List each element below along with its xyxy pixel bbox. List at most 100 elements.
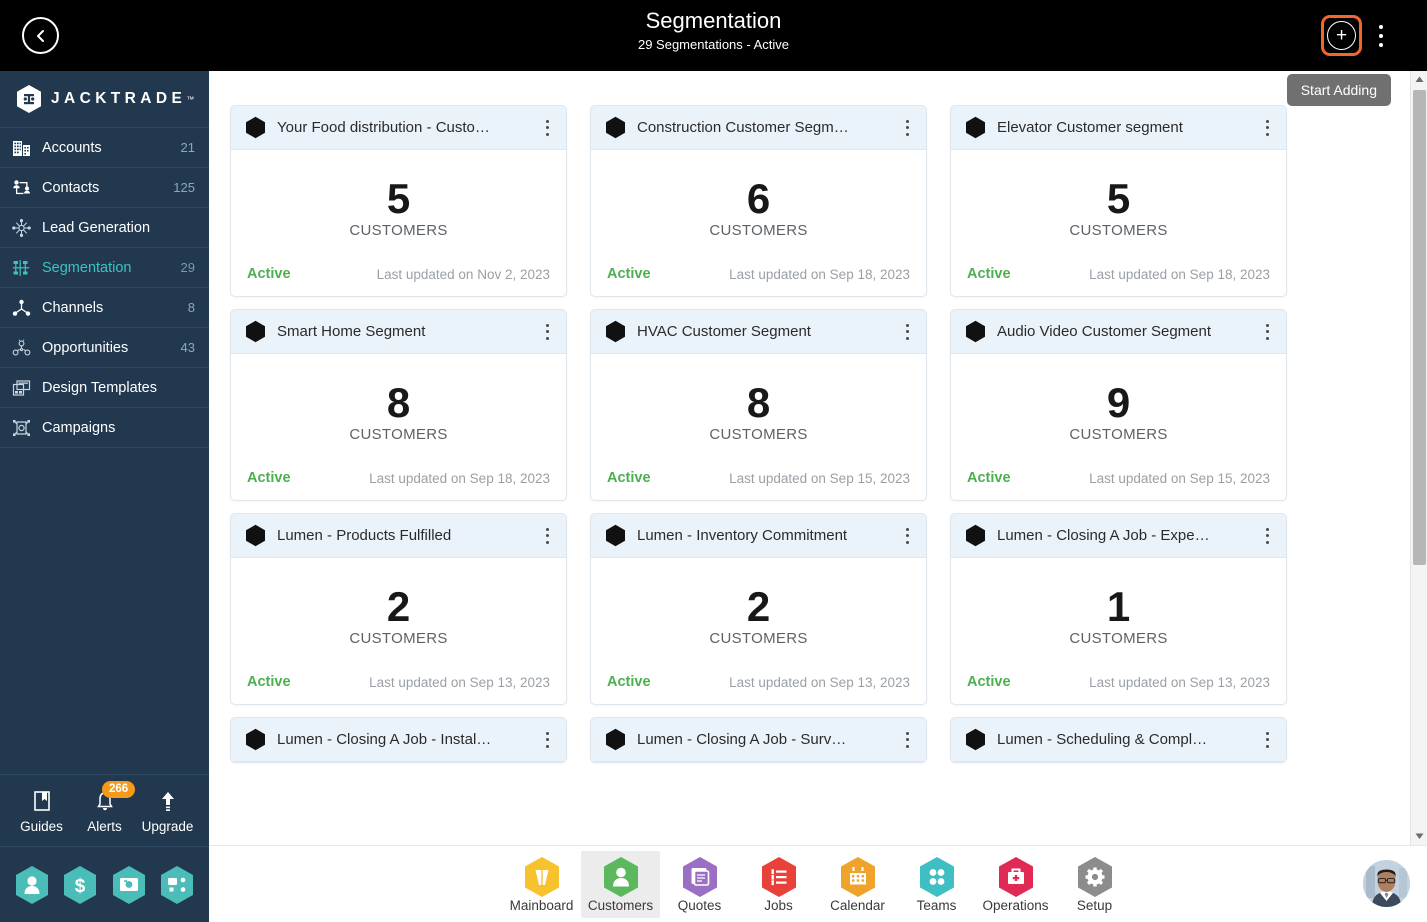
card-menu-button[interactable] xyxy=(538,525,556,547)
card-header: Your Food distribution - Custo… xyxy=(231,106,566,150)
segmentation-card[interactable]: Audio Video Customer Segment 9 CUSTOMERS… xyxy=(950,309,1287,501)
card-header: HVAC Customer Segment xyxy=(591,310,926,354)
workflow-hex-icon[interactable] xyxy=(159,865,195,905)
sidebar-quick-actions: $ xyxy=(0,847,209,922)
card-title: Your Food distribution - Custo… xyxy=(277,119,490,136)
bottom-nav-label: Calendar xyxy=(830,897,885,913)
alerts-label: Alerts xyxy=(87,819,122,834)
guides-button[interactable]: Guides xyxy=(10,787,73,834)
bottom-nav-label: Mainboard xyxy=(509,897,574,913)
status-badge: Active xyxy=(247,470,291,486)
opportunities-icon xyxy=(12,338,38,357)
card-menu-button[interactable] xyxy=(898,321,916,343)
segmentation-card-grid: Your Food distribution - Custo… 5 CUSTOM… xyxy=(230,105,1310,775)
card-menu-button[interactable] xyxy=(538,321,556,343)
card-count: 2 xyxy=(386,583,411,630)
card-updated: Last updated on Sep 13, 2023 xyxy=(729,674,910,690)
card-body: 8 CUSTOMERS Active Last updated on Sep 1… xyxy=(231,354,566,500)
segmentation-card[interactable]: Construction Customer Segm… 6 CUSTOMERS … xyxy=(590,105,927,297)
bottom-nav-operations[interactable]: Operations xyxy=(976,851,1055,918)
sidebar-item-count: 21 xyxy=(180,140,195,155)
bottom-nav-teams[interactable]: Teams xyxy=(897,851,976,918)
bottom-nav-label: Quotes xyxy=(677,897,722,913)
sidebar-item-count: 43 xyxy=(180,340,195,355)
bottom-nav-label: Setup xyxy=(1076,897,1113,913)
card-updated: Last updated on Sep 13, 2023 xyxy=(1089,674,1270,690)
card-metric-label: CUSTOMERS xyxy=(349,426,448,443)
card-menu-button[interactable] xyxy=(1258,729,1276,751)
card-count: 5 xyxy=(386,175,411,222)
card-title: Lumen - Products Fulfilled xyxy=(277,527,452,544)
brand-logo[interactable]: JACKTRADE ™ xyxy=(0,71,209,128)
sidebar-item-design-templates[interactable]: Design Templates xyxy=(0,368,209,408)
segmentation-card[interactable]: Lumen - Products Fulfilled 2 CUSTOMERS A… xyxy=(230,513,567,705)
alerts-button[interactable]: 266 Alerts xyxy=(73,781,136,834)
segmentation-card[interactable]: Elevator Customer segment 5 CUSTOMERS Ac… xyxy=(950,105,1287,297)
card-footer: Active Last updated on Sep 13, 2023 xyxy=(591,674,926,690)
card-menu-button[interactable] xyxy=(1258,525,1276,547)
segmentation-card[interactable]: Lumen - Scheduling & Compl… xyxy=(950,717,1287,763)
segmentation-card[interactable]: Your Food distribution - Custo… 5 CUSTOM… xyxy=(230,105,567,297)
segmentation-card[interactable]: Lumen - Closing A Job - Expe… 1 CUSTOMER… xyxy=(950,513,1287,705)
sidebar-item-label: Campaigns xyxy=(42,419,116,436)
caret-down-icon[interactable] xyxy=(1411,828,1427,845)
segmentation-card[interactable]: Lumen - Closing A Job - Surv… xyxy=(590,717,927,763)
card-count: 1 xyxy=(1106,583,1131,630)
segmentation-card[interactable]: Lumen - Inventory Commitment 2 CUSTOMERS… xyxy=(590,513,927,705)
caret-up-icon[interactable] xyxy=(1411,71,1427,88)
sidebar-item-contacts[interactable]: Contacts 125 xyxy=(0,168,209,208)
sidebar-item-label: Contacts xyxy=(42,179,100,196)
card-header: Elevator Customer segment xyxy=(951,106,1286,150)
segmentation-card[interactable]: Lumen - Closing A Job - Instal… xyxy=(230,717,567,763)
app-root: Segmentation 29 Segmentations - Active +… xyxy=(0,0,1427,922)
card-menu-button[interactable] xyxy=(1258,117,1276,139)
bottom-nav-mainboard[interactable]: Mainboard xyxy=(502,851,581,918)
teams-icon xyxy=(897,856,976,897)
campaigns-icon xyxy=(12,419,38,437)
card-menu-button[interactable] xyxy=(1258,321,1276,343)
header-more-menu-button[interactable] xyxy=(1371,22,1391,50)
upgrade-button[interactable]: Upgrade xyxy=(136,787,199,834)
scrollbar-thumb[interactable] xyxy=(1413,90,1426,565)
sidebar-item-segmentation[interactable]: Segmentation 29 xyxy=(0,248,209,288)
sidebar-item-lead-generation[interactable]: Lead Generation xyxy=(0,208,209,248)
person-hex-icon[interactable] xyxy=(14,865,50,905)
sidebar-item-channels[interactable]: Channels 8 xyxy=(0,288,209,328)
card-body: 5 CUSTOMERS Active Last updated on Nov 2… xyxy=(231,150,566,296)
sidebar-item-campaigns[interactable]: Campaigns xyxy=(0,408,209,448)
sidebar-item-accounts[interactable]: Accounts 21 xyxy=(0,128,209,168)
bottom-nav-customers[interactable]: Customers xyxy=(581,850,660,918)
bottom-nav-quotes[interactable]: Quotes xyxy=(660,851,739,918)
hexagon-icon xyxy=(965,320,986,343)
segmentation-card[interactable]: Smart Home Segment 8 CUSTOMERS Active La… xyxy=(230,309,567,501)
bottom-nav-jobs[interactable]: Jobs xyxy=(739,851,818,918)
card-count: 9 xyxy=(1106,379,1131,426)
card-count: 2 xyxy=(746,583,771,630)
bottom-nav-calendar[interactable]: Calendar xyxy=(818,851,897,918)
segmentation-card[interactable]: HVAC Customer Segment 8 CUSTOMERS Active… xyxy=(590,309,927,501)
card-menu-button[interactable] xyxy=(538,729,556,751)
sidebar-item-opportunities[interactable]: Opportunities 43 xyxy=(0,328,209,368)
avatar[interactable] xyxy=(1363,860,1410,907)
card-menu-button[interactable] xyxy=(538,117,556,139)
card-updated: Last updated on Sep 15, 2023 xyxy=(729,470,910,486)
card-menu-button[interactable] xyxy=(898,729,916,751)
dollar-hex-icon[interactable]: $ xyxy=(62,865,98,905)
payment-hex-icon[interactable] xyxy=(111,865,147,905)
vertical-scrollbar[interactable] xyxy=(1410,71,1427,845)
kebab-menu-icon xyxy=(1379,25,1383,29)
sidebar-item-label: Accounts xyxy=(42,139,102,156)
card-title: Elevator Customer segment xyxy=(997,119,1183,136)
main-content: Your Food distribution - Custo… 5 CUSTOM… xyxy=(209,71,1427,845)
card-menu-button[interactable] xyxy=(898,117,916,139)
bottom-nav-setup[interactable]: Setup xyxy=(1055,851,1134,918)
card-updated: Last updated on Nov 2, 2023 xyxy=(376,266,550,282)
hexagon-icon xyxy=(245,116,266,139)
add-segmentation-button[interactable]: + xyxy=(1321,15,1362,56)
card-title: HVAC Customer Segment xyxy=(637,323,811,340)
card-metric-label: CUSTOMERS xyxy=(349,222,448,239)
card-menu-button[interactable] xyxy=(898,525,916,547)
card-count: 8 xyxy=(746,379,771,426)
card-header: Lumen - Scheduling & Compl… xyxy=(951,718,1286,762)
status-badge: Active xyxy=(247,674,291,690)
